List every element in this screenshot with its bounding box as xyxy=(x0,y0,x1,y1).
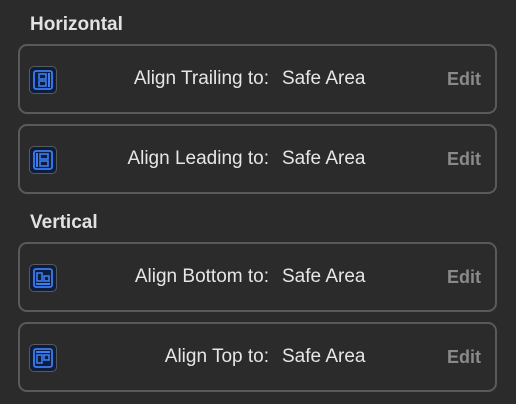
align-trailing-icon xyxy=(29,66,57,94)
align-top-icon xyxy=(29,344,57,372)
constraint-label: Align Bottom to: xyxy=(134,266,269,287)
constraint-row-top[interactable]: Safe Area Align Top to: Edit xyxy=(18,322,497,392)
constraint-value: Safe Area xyxy=(282,266,366,287)
constraints-panel: Horizontal Safe Area Align Trailing to: … xyxy=(0,0,516,404)
constraint-row-leading[interactable]: Safe Area Align Leading to: Edit xyxy=(18,124,497,194)
constraint-row-bottom[interactable]: Safe Area Align Bottom to: Edit xyxy=(18,242,497,312)
align-leading-icon xyxy=(29,146,57,174)
constraint-label: Align Trailing to: xyxy=(133,68,269,89)
section-title-horizontal: Horizontal xyxy=(30,14,123,35)
edit-button[interactable]: Edit xyxy=(447,126,481,192)
edit-button[interactable]: Edit xyxy=(447,324,481,390)
align-bottom-icon xyxy=(29,264,57,292)
constraint-label: Align Leading to: xyxy=(127,148,269,169)
constraint-value: Safe Area xyxy=(282,68,366,89)
section-title-vertical: Vertical xyxy=(30,212,98,233)
constraint-value: Safe Area xyxy=(282,346,366,367)
edit-button[interactable]: Edit xyxy=(447,46,481,112)
constraint-row-trailing[interactable]: Safe Area Align Trailing to: Edit xyxy=(18,44,497,114)
constraint-value: Safe Area xyxy=(282,148,366,169)
edit-button[interactable]: Edit xyxy=(447,244,481,310)
constraint-label: Align Top to: xyxy=(164,346,269,367)
